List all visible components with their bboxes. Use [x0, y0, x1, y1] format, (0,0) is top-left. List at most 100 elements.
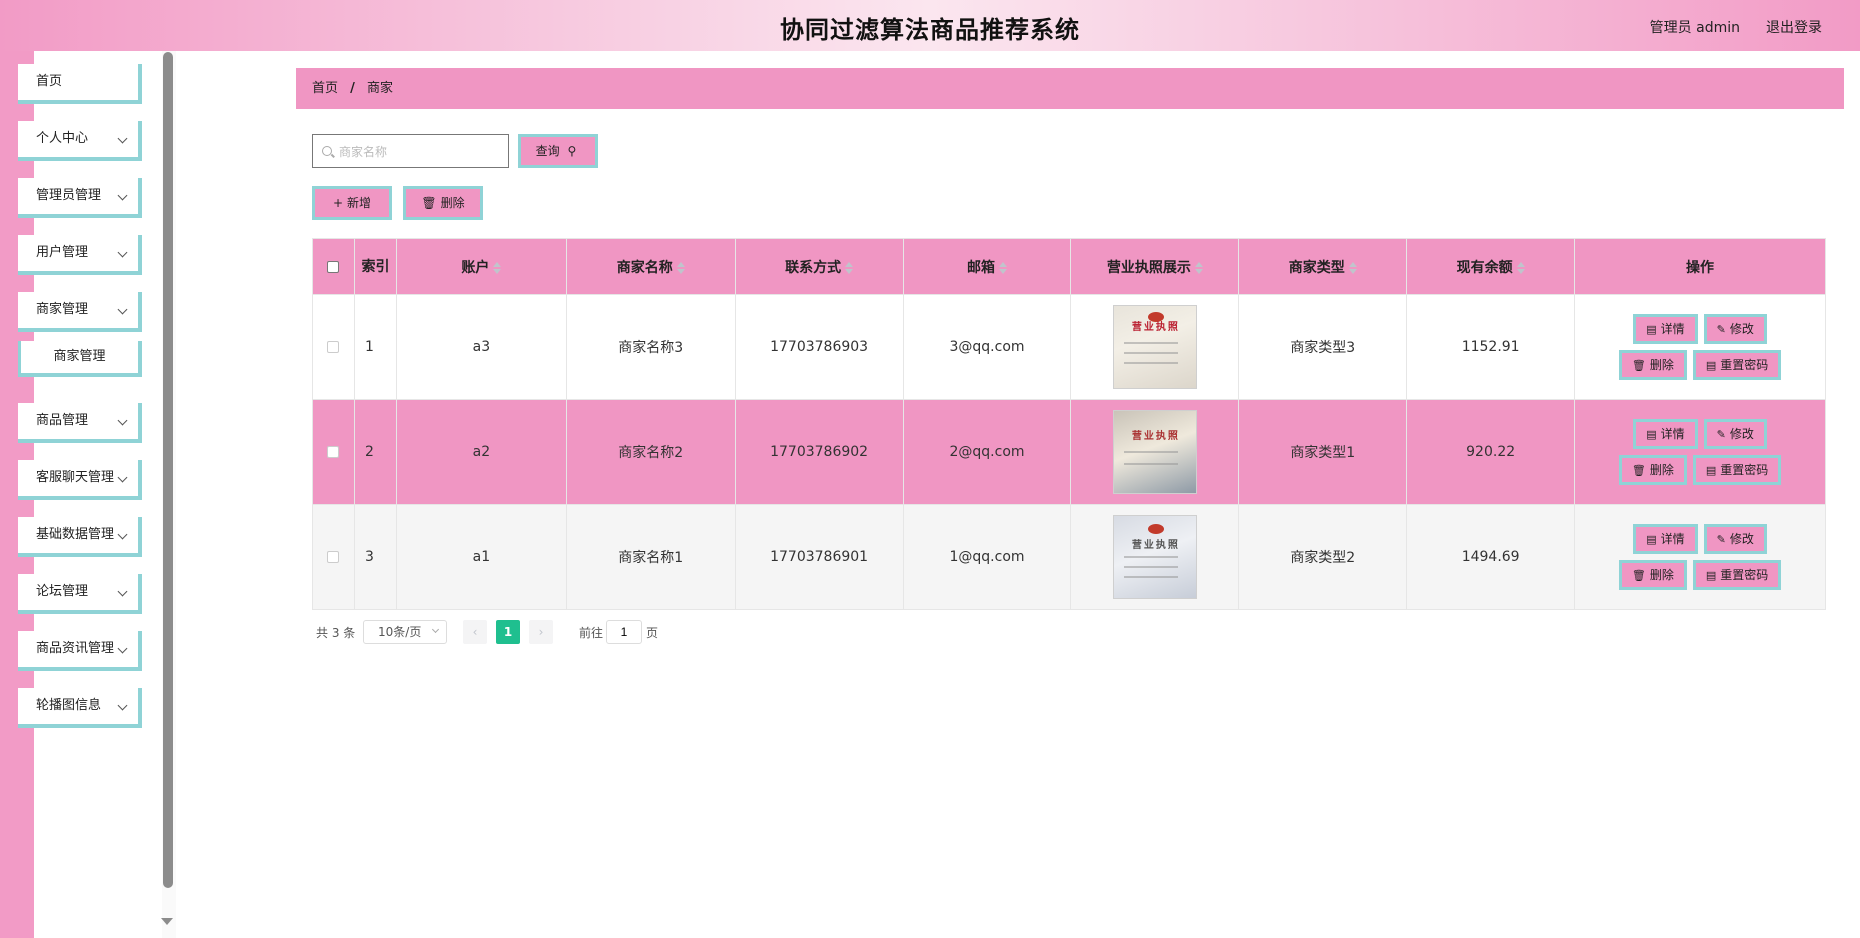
cell-balance: 1152.91 [1406, 294, 1576, 400]
sort-icon[interactable] [676, 261, 685, 274]
add-button-label: 新增 [347, 196, 372, 210]
logout-link[interactable]: 退出登录 [1766, 17, 1822, 37]
reset-password-button[interactable]: ▤ 重置密码 [1692, 455, 1782, 485]
row-delete-button-label: 删除 [1649, 568, 1674, 582]
sidebar-item-label: 用户管理 [36, 245, 89, 260]
detail-button[interactable]: ▤ 详情 [1633, 524, 1698, 554]
chevron-down-icon [431, 625, 440, 634]
sidebar-item-label: 商品资讯管理 [36, 641, 115, 656]
sort-icon[interactable] [493, 261, 502, 274]
row-select-cell[interactable] [312, 399, 355, 505]
edit-button[interactable]: ✎ 修改 [1703, 314, 1767, 344]
search-button[interactable]: 查询 ⚲ [518, 134, 598, 168]
row-select-cell[interactable] [312, 504, 355, 610]
sidebar-item-basic-data[interactable]: 基础数据管理 [18, 517, 142, 557]
search-field[interactable] [312, 134, 509, 168]
chevron-down-icon [117, 643, 128, 654]
license-line [1123, 566, 1178, 568]
sort-icon[interactable] [845, 261, 854, 274]
header-bar: 协同过滤算法商品推荐系统 管理员 admin 退出登录 [0, 0, 1860, 51]
detail-button[interactable]: ▤ 详情 [1633, 419, 1698, 449]
add-button[interactable]: + 新增 [312, 186, 392, 220]
sort-icon[interactable] [1348, 261, 1357, 274]
edit-button-label: 修改 [1729, 427, 1754, 441]
trash-icon: 🗑 [1631, 359, 1646, 372]
row-checkbox[interactable] [327, 551, 340, 563]
sidebar-item-users[interactable]: 用户管理 [18, 235, 142, 275]
column-header-type[interactable]: 商家类型 [1238, 238, 1408, 295]
license-line [1123, 362, 1178, 364]
sidebar-item-chat[interactable]: 客服聊天管理 [18, 460, 142, 500]
sidebar-item-admin[interactable]: 管理员管理 [18, 178, 142, 218]
cell-phone: 17703786901 [734, 504, 904, 610]
prev-page-button[interactable]: ‹ [463, 620, 487, 644]
row-delete-button[interactable]: 🗑 删除 [1618, 455, 1687, 485]
trash-icon: 🗑 [421, 196, 437, 210]
sidebar-item-news[interactable]: 商品资讯管理 [18, 631, 142, 671]
search-button-label: 查询 [535, 144, 560, 158]
column-header-license[interactable]: 营业执照展示 [1070, 238, 1240, 295]
cell-name: 商家名称1 [565, 504, 736, 610]
goto-page-input[interactable] [606, 620, 642, 644]
chevron-down-icon [117, 586, 128, 597]
sidebar-item-home[interactable]: 首页 [18, 64, 142, 104]
license-image[interactable]: 营业执照 [1112, 410, 1197, 494]
column-header-name[interactable]: 商家名称 [565, 238, 736, 295]
reset-password-button[interactable]: ▤ 重置密码 [1692, 560, 1782, 590]
column-header-label: 商家名称 [616, 259, 673, 276]
row-delete-button[interactable]: 🗑 删除 [1618, 560, 1687, 590]
document-icon: ▤ [1705, 569, 1717, 582]
sidebar-item-products[interactable]: 商品管理 [18, 403, 142, 443]
sort-icon[interactable] [1516, 261, 1525, 274]
sidebar-item-merchants[interactable]: 商家管理 [18, 292, 142, 332]
sidebar-item-carousel[interactable]: 轮播图信息 [18, 688, 142, 728]
search-input[interactable] [339, 142, 499, 162]
column-header-balance[interactable]: 现有余额 [1406, 238, 1576, 295]
sort-icon[interactable] [1194, 261, 1203, 274]
cell-phone: 17703786903 [734, 294, 904, 400]
sidebar-item-forum[interactable]: 论坛管理 [18, 574, 142, 614]
cell-index: 3 [353, 504, 397, 610]
sidebar-item-label: 论坛管理 [36, 584, 89, 599]
sidebar-scroll-thumb[interactable] [163, 52, 173, 888]
next-page-button[interactable]: › [529, 620, 553, 644]
trash-icon: 🗑 [1631, 569, 1646, 582]
row-delete-button[interactable]: 🗑 删除 [1618, 350, 1687, 380]
license-image[interactable]: 营业执照 [1112, 305, 1197, 389]
cell-actions: ▤ 详情 ✎ 修改 🗑 删除 ▤ 重置密码 [1574, 504, 1826, 610]
page-suffix-label: 页 [646, 626, 659, 640]
table-row: 2 a2 商家名称2 17703786902 2@qq.com 营业执照 商家类… [312, 399, 1826, 505]
edit-button[interactable]: ✎ 修改 [1703, 419, 1767, 449]
select-all-cell[interactable] [312, 238, 355, 295]
detail-button[interactable]: ▤ 详情 [1633, 314, 1698, 344]
plus-icon: + [332, 196, 344, 210]
page-number-current[interactable]: 1 [496, 620, 520, 644]
license-image[interactable]: 营业执照 [1112, 515, 1197, 599]
edit-button[interactable]: ✎ 修改 [1703, 524, 1767, 554]
select-all-checkbox[interactable] [327, 260, 340, 273]
delete-button[interactable]: 🗑 删除 [403, 186, 483, 220]
scroll-down-arrow-icon[interactable] [161, 918, 173, 925]
cell-license: 营业执照 [1070, 399, 1240, 505]
sidebar-subitem-merchants[interactable]: 商家管理 [18, 341, 142, 377]
reset-password-button[interactable]: ▤ 重置密码 [1692, 350, 1782, 380]
sort-icon[interactable] [999, 261, 1007, 274]
row-checkbox[interactable] [327, 341, 340, 353]
row-select-cell[interactable] [312, 294, 355, 400]
sidebar-item-label: 基础数据管理 [36, 527, 115, 542]
sidebar-item-label: 商家管理 [36, 302, 89, 317]
column-header-email[interactable]: 邮箱 [902, 238, 1072, 295]
chevron-down-icon [117, 529, 128, 540]
license-line [1123, 556, 1178, 558]
sidebar-item-profile[interactable]: 个人中心 [18, 121, 142, 161]
row-checkbox[interactable] [327, 446, 340, 458]
sidebar-item-label: 个人中心 [36, 131, 89, 146]
edit-icon: ✎ [1716, 533, 1726, 546]
edit-icon: ✎ [1716, 428, 1726, 441]
chevron-down-icon [117, 304, 128, 315]
column-header-account[interactable]: 账户 [395, 238, 567, 295]
column-header-phone[interactable]: 联系方式 [734, 238, 904, 295]
table-row: 3 a1 商家名称1 17703786901 1@qq.com 营业执照 商家类… [312, 504, 1826, 610]
breadcrumb-home[interactable]: 首页 [312, 81, 338, 96]
page-size-select[interactable]: 10条/页 [363, 620, 447, 644]
